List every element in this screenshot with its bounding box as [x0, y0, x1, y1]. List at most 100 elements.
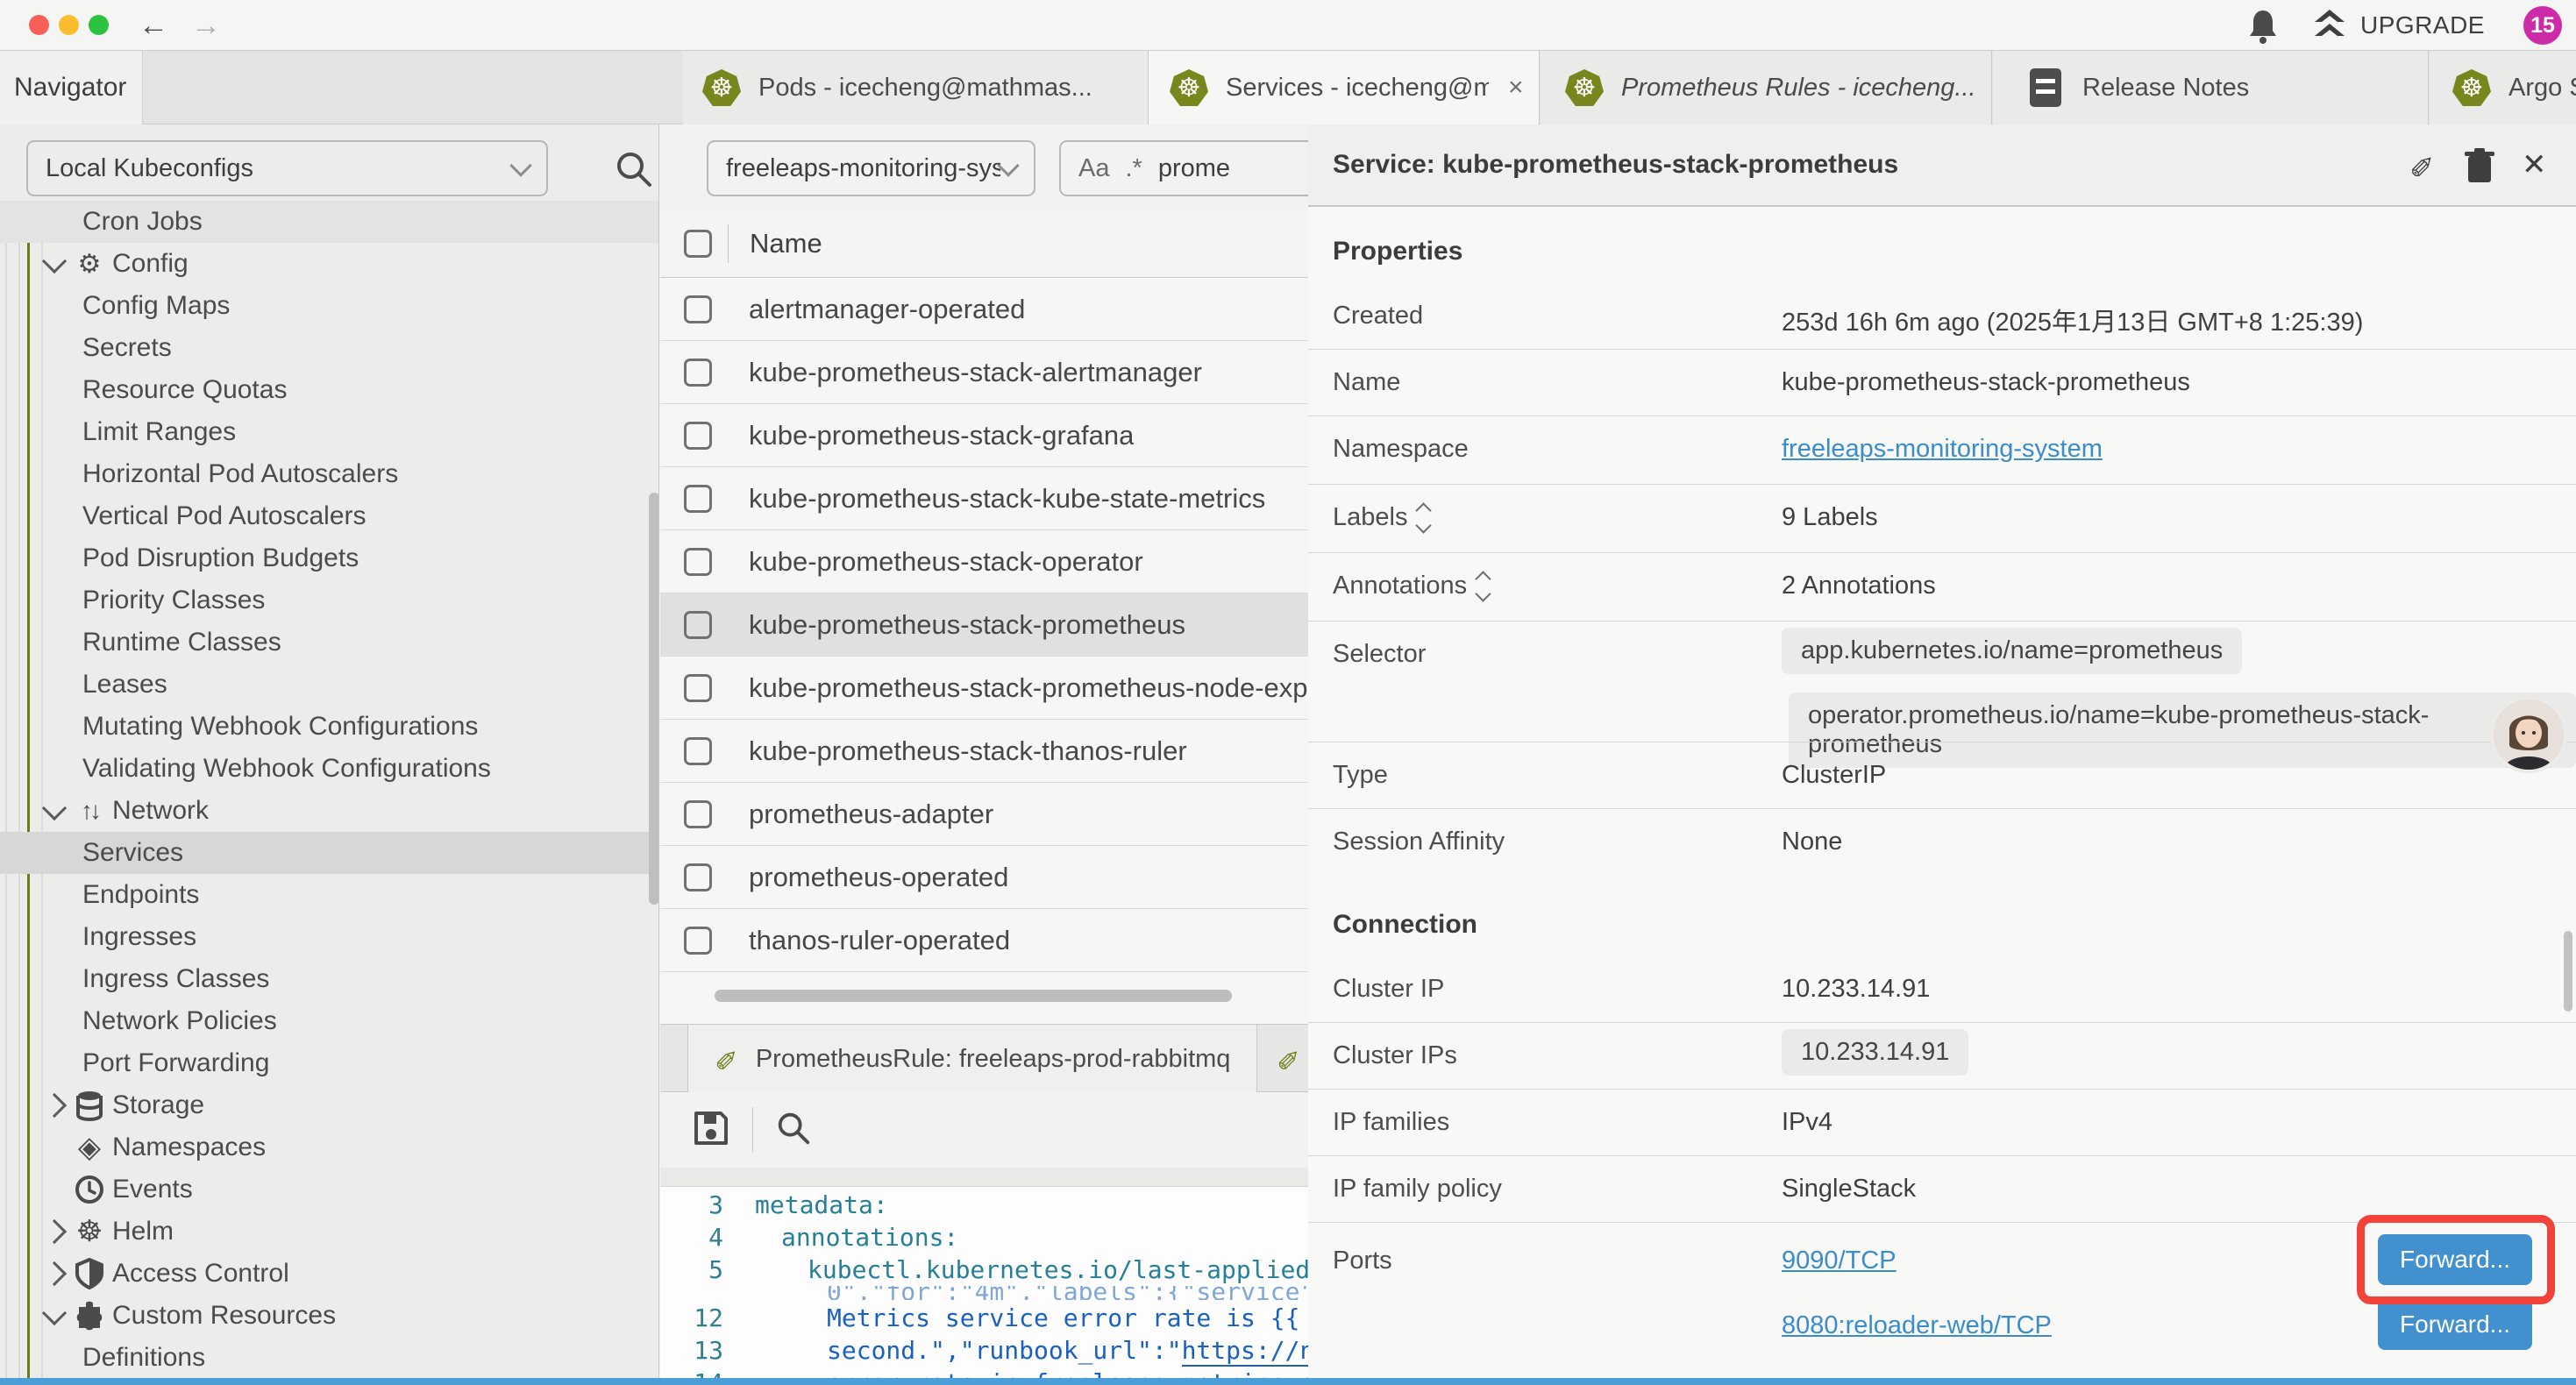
editor-search-icon[interactable]: [774, 1109, 813, 1152]
sidebar-item-vertical-pod-autoscalers[interactable]: Vertical Pod Autoscalers: [0, 495, 659, 537]
table-row[interactable]: prometheus-operated: [660, 846, 1308, 909]
tab-close-icon[interactable]: ×: [1508, 73, 1524, 103]
sidebar-item-services[interactable]: Services: [0, 832, 659, 874]
row-checkbox[interactable]: [684, 611, 712, 639]
select-all-checkbox[interactable]: [684, 230, 712, 258]
match-case-toggle[interactable]: Aa: [1078, 154, 1109, 183]
table-row-selected[interactable]: kube-prometheus-stack-prometheus: [660, 593, 1308, 657]
sidebar-item-config-maps[interactable]: Config Maps: [0, 285, 659, 327]
tab-release-notes[interactable]: Release Notes: [1993, 51, 2429, 124]
row-checkbox[interactable]: [684, 800, 712, 828]
sidebar-item-ingresses[interactable]: Ingresses: [0, 916, 659, 958]
row-checkbox[interactable]: [684, 548, 712, 576]
tab-prometheus-rules[interactable]: ☸ Prometheus Rules - icecheng...: [1541, 51, 1992, 124]
editor-tab-prometheusrule[interactable]: ✎ PrometheusRule: freeleaps-prod-rabbitm…: [687, 1025, 1257, 1093]
scrollbar-thumb[interactable]: [715, 990, 1232, 1002]
sidebar-group-access-control[interactable]: Access Control: [0, 1253, 659, 1295]
sidebar-item-leases[interactable]: Leases: [0, 664, 659, 706]
zoom-window-button[interactable]: [89, 15, 109, 35]
forward-arrow-icon[interactable]: →: [191, 0, 221, 51]
table-row[interactable]: prometheus-adapter: [660, 783, 1308, 846]
table-row[interactable]: alertmanager-operated: [660, 278, 1308, 341]
minimize-window-button[interactable]: [59, 15, 79, 35]
sidebar-item-mutating-webhook-configurations[interactable]: Mutating Webhook Configurations: [0, 706, 659, 748]
sidebar-group-storage[interactable]: Storage: [0, 1084, 659, 1126]
expand-collapse-icon[interactable]: [1477, 573, 1489, 600]
close-window-button[interactable]: [29, 15, 49, 35]
row-checkbox[interactable]: [684, 737, 712, 765]
back-arrow-icon[interactable]: ←: [139, 0, 168, 51]
save-icon[interactable]: [691, 1108, 731, 1153]
database-icon: [72, 1090, 107, 1121]
sidebar-item-validating-webhook-configurations[interactable]: Validating Webhook Configurations: [0, 748, 659, 790]
sidebar-group-config[interactable]: ⚙Config: [0, 243, 659, 285]
tab-services[interactable]: ☸ Services - icecheng@math... ×: [1149, 51, 1540, 124]
port-link-9090[interactable]: 9090/TCP: [1782, 1246, 1896, 1275]
yaml-editor[interactable]: 3metadata: 4annotations: 5kubectl.kubern…: [660, 1187, 1308, 1378]
row-checkbox[interactable]: [684, 422, 712, 450]
divider: [752, 1107, 753, 1153]
forward-button[interactable]: Forward...: [2378, 1299, 2532, 1350]
row-checkbox[interactable]: [684, 863, 712, 891]
port-link-8080[interactable]: 8080:reloader-web/TCP: [1782, 1311, 2052, 1340]
sidebar-item-pod-disruption-budgets[interactable]: Pod Disruption Budgets: [0, 537, 659, 579]
sidebar-item-limit-ranges[interactable]: Limit Ranges: [0, 411, 659, 453]
table-row[interactable]: kube-prometheus-stack-kube-state-metrics: [660, 467, 1308, 530]
row-checkbox[interactable]: [684, 674, 712, 702]
sidebar-group-helm[interactable]: ☸Helm: [0, 1211, 659, 1253]
row-checkbox[interactable]: [684, 485, 712, 513]
notifications-bell-icon[interactable]: [2246, 9, 2280, 44]
expand-collapse-icon[interactable]: [1418, 505, 1429, 531]
sidebar-item-network-policies[interactable]: Network Policies: [0, 1000, 659, 1042]
detail-scrollbar[interactable]: [2564, 931, 2572, 1012]
table-row[interactable]: kube-prometheus-stack-prometheus-node-ex…: [660, 657, 1308, 720]
table-row[interactable]: kube-prometheus-stack-grafana: [660, 404, 1308, 467]
row-checkbox[interactable]: [684, 295, 712, 323]
delete-trash-icon[interactable]: [2464, 147, 2495, 188]
sidebar-scrollbar[interactable]: [649, 493, 659, 905]
sidebar-item-events[interactable]: Events: [0, 1168, 659, 1211]
upgrade-label[interactable]: UPGRADE: [2360, 0, 2485, 51]
user-count-badge[interactable]: 15: [2523, 6, 2562, 45]
sidebar-group-custom-resources[interactable]: Custom Resources: [0, 1295, 659, 1337]
sidebar-item-port-forwarding[interactable]: Port Forwarding: [0, 1042, 659, 1084]
labels-count[interactable]: 9 Labels: [1782, 503, 1878, 532]
filter-search-input[interactable]: Aa .* prome: [1059, 140, 1308, 196]
tab-label: Services - icecheng@math...: [1226, 74, 1489, 103]
sidebar-item-definitions[interactable]: Definitions: [0, 1337, 659, 1379]
row-checkbox[interactable]: [684, 359, 712, 387]
regex-toggle[interactable]: .*: [1125, 154, 1142, 183]
sidebar-item-horizontal-pod-autoscalers[interactable]: Horizontal Pod Autoscalers: [0, 453, 659, 495]
sidebar-group-network[interactable]: ↑↓Network: [0, 790, 659, 832]
navigator-tab[interactable]: Navigator: [0, 51, 143, 124]
sidebar-item-resource-quotas[interactable]: Resource Quotas: [0, 369, 659, 411]
sidebar-item-secrets[interactable]: Secrets: [0, 327, 659, 369]
horizontal-scrollbar[interactable]: [660, 986, 1308, 1005]
row-checkbox[interactable]: [684, 927, 712, 955]
sidebar-item-ingress-classes[interactable]: Ingress Classes: [0, 958, 659, 1000]
sort-ascending-icon[interactable]: [838, 238, 858, 258]
sidebar-item-runtime-classes[interactable]: Runtime Classes: [0, 621, 659, 664]
annotations-count[interactable]: 2 Annotations: [1782, 572, 1936, 600]
table-row[interactable]: kube-prometheus-stack-operator: [660, 530, 1308, 593]
table-row[interactable]: kube-prometheus-stack-thanos-ruler: [660, 720, 1308, 783]
kubeconfig-selector[interactable]: Local Kubeconfigs: [26, 140, 548, 196]
edit-pencil-icon[interactable]: ✎: [2409, 147, 2435, 182]
editor-tab-partial[interactable]: ✎: [1277, 1025, 1308, 1093]
table-row[interactable]: thanos-ruler-operated: [660, 909, 1308, 972]
table-row[interactable]: kube-prometheus-stack-alertmanager: [660, 341, 1308, 404]
namespace-selector[interactable]: freeleaps-monitoring-system: [707, 140, 1035, 196]
upgrade-chevrons-icon[interactable]: [2311, 8, 2348, 45]
namespace-link[interactable]: freeleaps-monitoring-system: [1782, 435, 2103, 464]
runbook-url-link[interactable]: https://net: [1182, 1336, 1308, 1367]
close-icon[interactable]: ✕: [2522, 147, 2547, 182]
avatar[interactable]: [2490, 696, 2567, 773]
tab-argo[interactable]: ☸ Argo Se: [2430, 51, 2576, 124]
sidebar-item-priority-classes[interactable]: Priority Classes: [0, 579, 659, 621]
sidebar-item-namespaces[interactable]: ◈Namespaces: [0, 1126, 659, 1168]
sidebar-item-cron-jobs[interactable]: Cron Jobs: [0, 201, 659, 243]
name-column-header[interactable]: Name: [750, 228, 822, 259]
search-icon[interactable]: [614, 149, 654, 189]
sidebar-item-endpoints[interactable]: Endpoints: [0, 874, 659, 916]
tab-pods[interactable]: ☸ Pods - icecheng@mathmas...: [683, 51, 1149, 124]
